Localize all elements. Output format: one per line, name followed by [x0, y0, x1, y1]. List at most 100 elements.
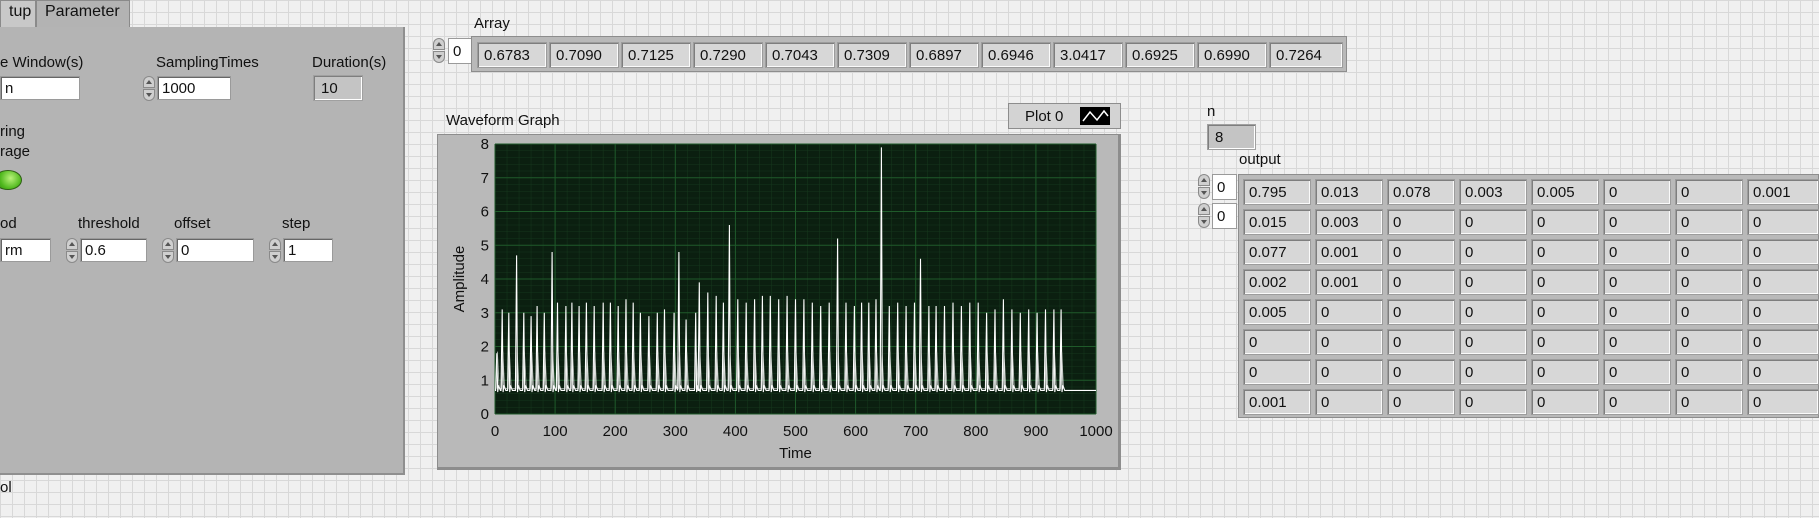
output-cell[interactable]: 0	[1675, 299, 1743, 325]
output-cell[interactable]: 0	[1387, 329, 1455, 355]
output-cell[interactable]: 0	[1747, 269, 1819, 295]
output-cell[interactable]: 0	[1747, 209, 1819, 235]
method-input[interactable]: rm	[0, 238, 51, 262]
output-cell[interactable]: 0.003	[1459, 179, 1527, 205]
output-cell[interactable]: 0	[1531, 329, 1599, 355]
array-cell[interactable]: 0.7043	[765, 42, 835, 68]
output-cell[interactable]: 0	[1675, 389, 1743, 415]
output-cell[interactable]: 0	[1531, 209, 1599, 235]
output-cell[interactable]: 0.003	[1315, 209, 1383, 235]
output-cell[interactable]: 0.001	[1243, 389, 1311, 415]
output-cell[interactable]: 0	[1387, 299, 1455, 325]
array-cell[interactable]: 0.7125	[621, 42, 691, 68]
output-cell[interactable]: 0	[1603, 209, 1671, 235]
output-cell[interactable]: 0	[1459, 209, 1527, 235]
output-cell[interactable]: 0	[1459, 389, 1527, 415]
output-cell[interactable]: 0	[1315, 389, 1383, 415]
sampling-times-spinner[interactable]	[143, 76, 155, 102]
output-cell[interactable]: 0.077	[1243, 239, 1311, 265]
offset-input[interactable]: 0	[176, 238, 254, 262]
output-cell[interactable]: 0	[1387, 389, 1455, 415]
output-cell[interactable]: 0	[1459, 299, 1527, 325]
output-cell[interactable]: 0.005	[1531, 179, 1599, 205]
output-cell[interactable]: 0.795	[1243, 179, 1311, 205]
sampling-times-input[interactable]: 1000	[157, 76, 231, 100]
output-cell[interactable]: 0	[1675, 359, 1743, 385]
output-row-spinner[interactable]	[1198, 174, 1210, 200]
output-cell[interactable]: 0.005	[1243, 299, 1311, 325]
output-cell[interactable]: 0.002	[1243, 269, 1311, 295]
output-cell[interactable]: 0	[1747, 299, 1819, 325]
offset-spinner[interactable]	[162, 238, 174, 264]
array-index-spinner[interactable]	[433, 38, 445, 64]
array-cell[interactable]: 0.6783	[477, 42, 547, 68]
array-cell[interactable]: 0.7264	[1269, 42, 1343, 68]
output-cell[interactable]: 0	[1675, 179, 1743, 205]
array-cell[interactable]: 0.7290	[693, 42, 763, 68]
y-axis-label: Amplitude	[451, 246, 468, 313]
output-cell[interactable]: 0	[1459, 359, 1527, 385]
output-cell[interactable]: 0	[1747, 239, 1819, 265]
output-cell[interactable]: 0.001	[1315, 269, 1383, 295]
output-cell[interactable]: 0	[1675, 209, 1743, 235]
output-cell[interactable]: 0	[1531, 359, 1599, 385]
array-index-input[interactable]: 0	[448, 38, 473, 64]
output-cell[interactable]: 0.078	[1387, 179, 1455, 205]
output-cell[interactable]: 0	[1387, 209, 1455, 235]
output-cell[interactable]: 0	[1603, 299, 1671, 325]
window-input[interactable]: n	[0, 76, 80, 100]
output-cell[interactable]: 0.013	[1315, 179, 1383, 205]
output-cell[interactable]: 0	[1531, 239, 1599, 265]
output-cell[interactable]: 0	[1747, 359, 1819, 385]
output-cell[interactable]: 0	[1531, 299, 1599, 325]
output-cell[interactable]: 0	[1387, 239, 1455, 265]
output-cell[interactable]: 0.015	[1243, 209, 1311, 235]
graph-plot-area[interactable]: 0 100 200 300 400 500 600 700 800 900 1000 0 1 2 3 4 5 6 7…	[438, 135, 1118, 467]
duration-label: Duration(s)	[312, 54, 387, 71]
array-cell[interactable]: 0.7090	[549, 42, 619, 68]
output-cell[interactable]: 0	[1603, 269, 1671, 295]
tab-parameter[interactable]: Parameter	[36, 0, 130, 28]
output-cell[interactable]: 0	[1315, 299, 1383, 325]
plot-legend[interactable]: Plot 0	[1008, 103, 1121, 129]
array-cell[interactable]: 0.6946	[981, 42, 1051, 68]
output-cell[interactable]: 0	[1747, 389, 1819, 415]
step-input[interactable]: 1	[283, 238, 333, 262]
threshold-input[interactable]: 0.6	[80, 238, 147, 262]
step-spinner[interactable]	[269, 238, 281, 264]
array-cell[interactable]: 3.0417	[1053, 42, 1123, 68]
output-cell[interactable]: 0	[1459, 329, 1527, 355]
output-cell[interactable]: 0	[1675, 239, 1743, 265]
output-cell[interactable]: 0	[1675, 329, 1743, 355]
output-cell[interactable]: 0	[1747, 329, 1819, 355]
array-cell[interactable]: 0.7309	[837, 42, 907, 68]
output-row-index[interactable]: 0	[1212, 174, 1237, 200]
tab-setup[interactable]: tup	[0, 0, 36, 28]
output-cell[interactable]: 0	[1459, 269, 1527, 295]
output-col-index[interactable]: 0	[1212, 203, 1237, 229]
array-cell[interactable]: 0.6925	[1125, 42, 1195, 68]
output-cell[interactable]: 0	[1243, 359, 1311, 385]
threshold-spinner[interactable]	[66, 238, 78, 264]
output-cell[interactable]: 0	[1603, 179, 1671, 205]
output-cell[interactable]: 0	[1603, 239, 1671, 265]
output-cell[interactable]: 0.001	[1747, 179, 1819, 205]
array-cell[interactable]: 0.6990	[1197, 42, 1267, 68]
output-cell[interactable]: 0	[1531, 389, 1599, 415]
output-cell[interactable]: 0	[1315, 329, 1383, 355]
output-cell[interactable]: 0	[1675, 269, 1743, 295]
output-cell[interactable]: 0	[1531, 269, 1599, 295]
output-cell[interactable]: 0	[1387, 269, 1455, 295]
array-cell[interactable]: 0.6897	[909, 42, 979, 68]
output-cell[interactable]: 0.001	[1315, 239, 1383, 265]
output-col-spinner[interactable]	[1198, 203, 1210, 229]
output-cell[interactable]: 0	[1243, 329, 1311, 355]
output-cell[interactable]: 0	[1603, 359, 1671, 385]
output-cell[interactable]: 0	[1315, 359, 1383, 385]
average-led-toggle[interactable]	[0, 170, 22, 190]
output-label: output	[1239, 151, 1281, 168]
output-cell[interactable]: 0	[1459, 239, 1527, 265]
output-cell[interactable]: 0	[1603, 389, 1671, 415]
output-cell[interactable]: 0	[1603, 329, 1671, 355]
output-cell[interactable]: 0	[1387, 359, 1455, 385]
